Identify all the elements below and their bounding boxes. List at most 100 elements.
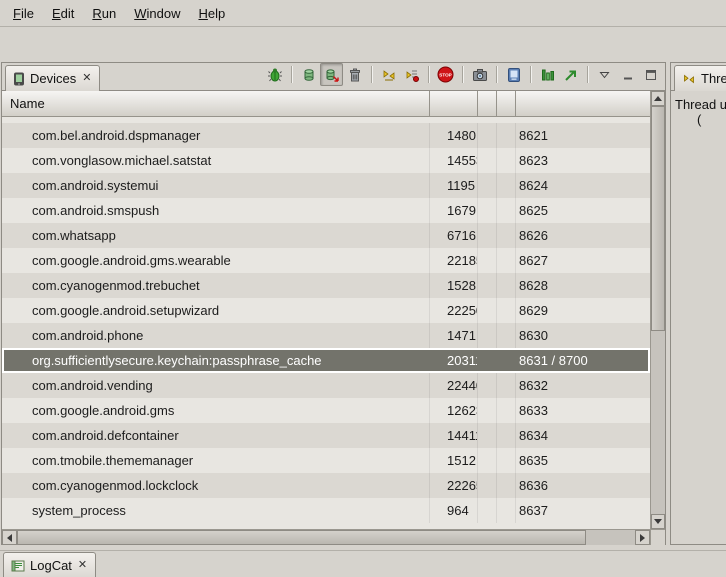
process-pid: 1528 xyxy=(430,273,478,298)
process-pid: 6716 xyxy=(430,223,478,248)
stop-process-icon[interactable]: STOP xyxy=(434,63,457,86)
update-heap-icon[interactable] xyxy=(297,63,320,86)
cause-gc-icon[interactable] xyxy=(343,63,366,86)
hierarchy-view-icon[interactable] xyxy=(502,63,525,86)
horizontal-scroll-thumb[interactable] xyxy=(17,530,586,545)
table-cell-empty xyxy=(497,173,516,198)
menu-edit[interactable]: Edit xyxy=(43,2,83,25)
view-menu-icon[interactable] xyxy=(593,63,616,86)
table-cell-empty xyxy=(497,198,516,223)
tab-devices[interactable]: Devices ✕ xyxy=(5,65,100,91)
method-profiling-icon[interactable] xyxy=(400,63,423,86)
table-cell-empty xyxy=(478,123,497,148)
table-cell-empty xyxy=(478,223,497,248)
process-pid: 1471 xyxy=(430,323,478,348)
table-row[interactable]: com.cyanogenmod.lockclock 22265 8636 xyxy=(2,473,650,498)
table-row[interactable]: com.tmobile.thememanager 1512 8635 xyxy=(2,448,650,473)
process-port: 8624 xyxy=(516,173,650,198)
table-cell-empty xyxy=(478,448,497,473)
table-cell-empty xyxy=(478,323,497,348)
menu-file[interactable]: File xyxy=(4,2,43,25)
table-row[interactable]: com.google.android.gms.wearable 22185 86… xyxy=(2,248,650,273)
table-row[interactable]: com.android.systemui 1195 8624 xyxy=(2,173,650,198)
scroll-right-icon[interactable] xyxy=(635,530,650,545)
table-cell-empty xyxy=(497,123,516,148)
vertical-scrollbar[interactable] xyxy=(650,91,665,529)
toolbar-separator xyxy=(530,66,531,83)
table-cell-empty xyxy=(497,473,516,498)
scroll-down-icon[interactable] xyxy=(651,514,665,529)
close-tab-icon[interactable]: ✕ xyxy=(81,73,92,84)
table-cell-empty xyxy=(478,398,497,423)
process-pid: 12623 xyxy=(430,398,478,423)
devices-panel-body: Name com.bel.android.dspmanager 1480 xyxy=(2,91,665,545)
table-viewport: com.bel.android.dspmanager 1480 8621 com… xyxy=(2,117,650,529)
table-cell-empty xyxy=(478,248,497,273)
table-cell-empty xyxy=(497,423,516,448)
table-row[interactable]: com.cyanogenmod.trebuchet 1528 8628 xyxy=(2,273,650,298)
table-row[interactable]: com.whatsapp 6716 8626 xyxy=(2,223,650,248)
update-threads-icon[interactable] xyxy=(377,63,400,86)
table-row[interactable]: com.google.android.setupwizard 22250 862… xyxy=(2,298,650,323)
table-row[interactable]: com.android.defcontainer 14411 8634 xyxy=(2,423,650,448)
column-header-name[interactable]: Name xyxy=(2,91,430,116)
column-header-name-label: Name xyxy=(10,96,45,111)
close-tab-icon[interactable]: ✕ xyxy=(77,560,88,571)
column-header-pid[interactable] xyxy=(430,91,478,116)
table-cell-empty xyxy=(478,298,497,323)
tab-threads[interactable]: Threads xyxy=(674,65,726,91)
table-row[interactable]: com.android.vending 22440 8632 xyxy=(2,373,650,398)
dump-hprof-icon[interactable] xyxy=(320,63,343,86)
scroll-left-icon[interactable] xyxy=(2,530,17,545)
table-cell-empty xyxy=(478,498,497,523)
horizontal-scroll-track[interactable] xyxy=(17,530,635,545)
column-header-blank[interactable] xyxy=(497,91,516,116)
horizontal-scrollbar[interactable] xyxy=(2,529,650,545)
toolbar-separator xyxy=(496,66,497,83)
process-port: 8635 xyxy=(516,448,650,473)
process-name: com.google.android.gms.wearable xyxy=(2,248,430,273)
table-row[interactable]: com.google.android.gms 12623 8633 xyxy=(2,398,650,423)
vertical-scroll-thumb[interactable] xyxy=(651,106,665,331)
process-name: org.sufficientlysecure.keychain:passphra… xyxy=(2,348,430,373)
systrace-icon[interactable] xyxy=(536,63,559,86)
process-port: 8637 xyxy=(516,498,650,523)
scroll-up-icon[interactable] xyxy=(651,91,665,106)
table-row[interactable]: org.sufficientlysecure.keychain:passphra… xyxy=(2,348,650,373)
threads-icon xyxy=(682,72,696,86)
minimize-icon[interactable] xyxy=(616,63,639,86)
process-pid: 1480 xyxy=(430,123,478,148)
screen-capture-icon[interactable] xyxy=(468,63,491,86)
menu-help[interactable]: Help xyxy=(189,2,234,25)
toolbar-separator xyxy=(462,66,463,83)
vertical-scroll-track[interactable] xyxy=(651,106,665,514)
opengl-trace-icon[interactable] xyxy=(559,63,582,86)
ddms-window: { "menu": { "items": [ {"label": "File"}… xyxy=(0,0,726,577)
column-header-blank[interactable] xyxy=(478,91,497,116)
menu-run[interactable]: Run xyxy=(83,2,125,25)
process-name: com.android.systemui xyxy=(2,173,430,198)
table-cell-empty xyxy=(497,298,516,323)
tab-logcat-label: LogCat xyxy=(30,558,72,573)
tab-logcat[interactable]: LogCat ✕ xyxy=(3,552,96,577)
menu-window[interactable]: Window xyxy=(125,2,189,25)
process-port: 8627 xyxy=(516,248,650,273)
table-right-rail xyxy=(650,91,665,545)
column-header-port[interactable] xyxy=(516,91,650,116)
table-row[interactable]: com.vonglasow.michael.satstat 14553 8623 xyxy=(2,148,650,173)
menu-bar: File Edit Run Window Help xyxy=(0,0,726,27)
threads-message: Thread up ( xyxy=(671,91,726,127)
table-row[interactable]: com.bel.android.dspmanager 1480 8621 xyxy=(2,123,650,148)
table-header: Name xyxy=(2,91,650,117)
process-name: com.android.vending xyxy=(2,373,430,398)
table-cell-empty xyxy=(478,173,497,198)
maximize-icon[interactable] xyxy=(639,63,662,86)
debug-icon[interactable] xyxy=(263,63,286,86)
table-cell-empty xyxy=(497,248,516,273)
process-pid: 1679 xyxy=(430,198,478,223)
table-cell-empty xyxy=(497,373,516,398)
table-row[interactable]: system_process 964 8637 xyxy=(2,498,650,523)
table-cell-empty xyxy=(497,448,516,473)
table-row[interactable]: com.android.smspush 1679 8625 xyxy=(2,198,650,223)
table-row[interactable]: com.android.phone 1471 8630 xyxy=(2,323,650,348)
